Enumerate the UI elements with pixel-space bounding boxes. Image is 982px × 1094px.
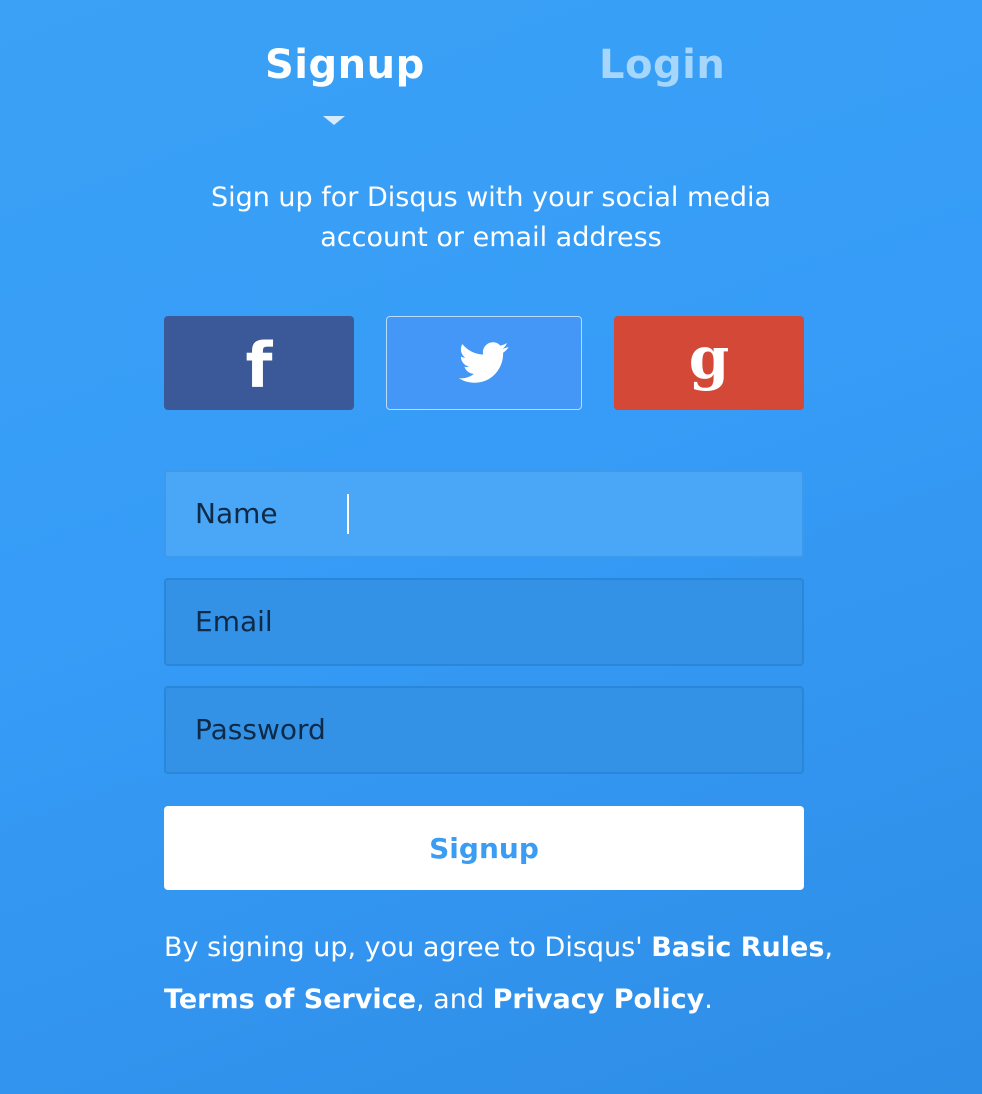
password-input[interactable] (348, 708, 768, 752)
signup-button[interactable]: Signup (164, 806, 804, 890)
google-login-button[interactable]: g (614, 316, 804, 410)
name-label: Name (195, 497, 278, 530)
intro-line-1: Sign up for Disqus with your social medi… (210, 182, 772, 213)
auth-tabs: Signup Login (0, 42, 982, 132)
legal-sep-1: , (824, 932, 833, 963)
terms-of-service-link[interactable]: Terms of Service (164, 984, 416, 1015)
email-input[interactable] (348, 600, 768, 644)
legal-prefix: By signing up, you agree to Disqus' (164, 932, 652, 963)
tab-signup[interactable]: Signup (265, 42, 425, 88)
name-field[interactable]: Name (164, 470, 804, 558)
legal-sep-2: , and (416, 984, 493, 1015)
name-input[interactable] (348, 492, 768, 536)
intro-text: Sign up for Disqus with your social medi… (191, 178, 791, 258)
intro-line-2: account or email address (320, 222, 662, 253)
password-label: Password (195, 713, 326, 746)
active-tab-caret-icon (323, 116, 345, 125)
facebook-icon: f (245, 329, 273, 402)
tab-login[interactable]: Login (599, 42, 725, 88)
twitter-icon (458, 342, 509, 383)
google-icon: g (688, 324, 730, 392)
facebook-login-button[interactable]: f (164, 316, 354, 410)
legal-end: . (704, 984, 713, 1015)
password-field[interactable]: Password (164, 686, 804, 774)
twitter-login-button[interactable] (386, 316, 582, 410)
privacy-policy-link[interactable]: Privacy Policy (493, 984, 705, 1015)
basic-rules-link[interactable]: Basic Rules (651, 932, 824, 963)
legal-text: By signing up, you agree to Disqus' Basi… (164, 922, 844, 1026)
email-label: Email (195, 605, 273, 638)
email-field[interactable]: Email (164, 578, 804, 666)
